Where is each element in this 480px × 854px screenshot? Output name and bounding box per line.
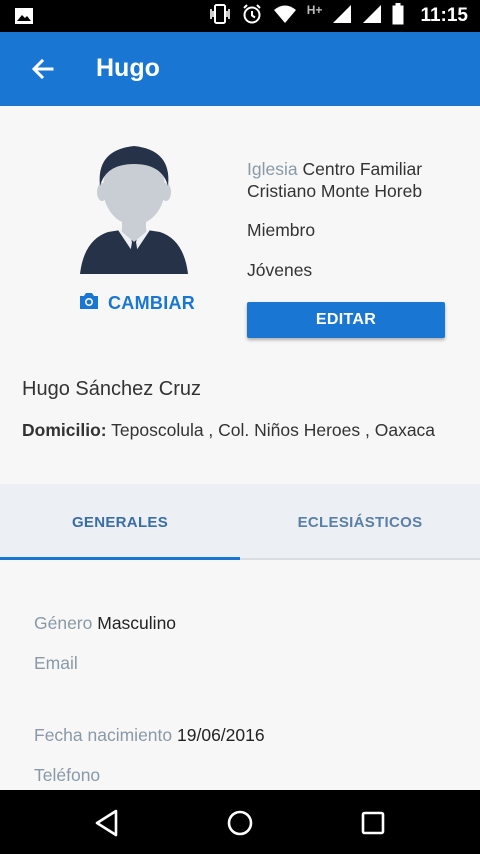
address-value: Teposcolula , Col. Niños Heroes , Oaxaca (111, 420, 436, 440)
address-line: Domicilio: Teposcolula , Col. Niños Hero… (22, 420, 435, 441)
details-panel: Género Masculino Email Fecha nacimiento … (0, 560, 480, 790)
status-bar: H+ 11:15 (0, 0, 480, 32)
alarm-icon (241, 3, 263, 30)
tab-label: GENERALES (71, 513, 169, 531)
birthdate-row: Fecha nacimiento 19/06/2016 (34, 725, 265, 746)
arrow-back-icon[interactable] (28, 54, 58, 84)
app-bar: Hugo (0, 32, 480, 106)
profile-section: CAMBIAR Iglesia Centro Familiar Cristian… (0, 106, 480, 484)
wifi-icon (273, 4, 297, 29)
email-row: Email (34, 653, 78, 674)
status-time: 11:15 (420, 5, 468, 26)
church-label: Iglesia (247, 159, 298, 179)
network-type-label: H+ (306, 3, 323, 17)
signal-icon (332, 4, 352, 29)
vibrate-icon (209, 3, 231, 29)
avatar (78, 142, 190, 274)
birthdate-value: 19/06/2016 (177, 725, 265, 745)
gender-row: Género Masculino (34, 613, 176, 634)
nav-recents-icon[interactable] (358, 808, 388, 838)
church-line: Iglesia Centro Familiar Cristiano Monte … (247, 158, 457, 202)
gender-label: Género (34, 613, 93, 633)
phone-label: Teléfono (34, 765, 101, 785)
gender-value: Masculino (97, 613, 177, 633)
church-info: Iglesia Centro Familiar Cristiano Monte … (247, 158, 457, 202)
edit-button[interactable]: EDITAR (247, 302, 445, 338)
nav-back-icon[interactable] (92, 808, 122, 838)
image-icon (14, 7, 34, 30)
tab-generales[interactable]: GENERALES (0, 484, 240, 560)
battery-icon (392, 2, 404, 30)
birthdate-label: Fecha nacimiento (34, 725, 173, 745)
email-label: Email (34, 653, 78, 673)
nav-home-icon[interactable] (225, 808, 255, 838)
tab-bar: GENERALES ECLESIÁSTICOS (0, 484, 480, 560)
system-nav-bar (0, 790, 480, 854)
status-icons: H+ 11:15 (209, 0, 468, 32)
phone-row: Teléfono (34, 765, 100, 786)
member-group: Jóvenes (247, 260, 313, 280)
address-label: Domicilio: (22, 420, 107, 440)
signal-icon (362, 4, 382, 29)
member-role: Miembro (247, 220, 316, 240)
full-name: Hugo Sánchez Cruz (22, 378, 201, 400)
camera-icon (78, 292, 100, 315)
change-photo-button[interactable]: CAMBIAR (78, 292, 195, 315)
tab-eclesiasticos[interactable]: ECLESIÁSTICOS (240, 484, 480, 560)
tab-label: ECLESIÁSTICOS (297, 513, 423, 531)
change-photo-label: CAMBIAR (108, 293, 196, 313)
page-title: Hugo (96, 54, 160, 82)
